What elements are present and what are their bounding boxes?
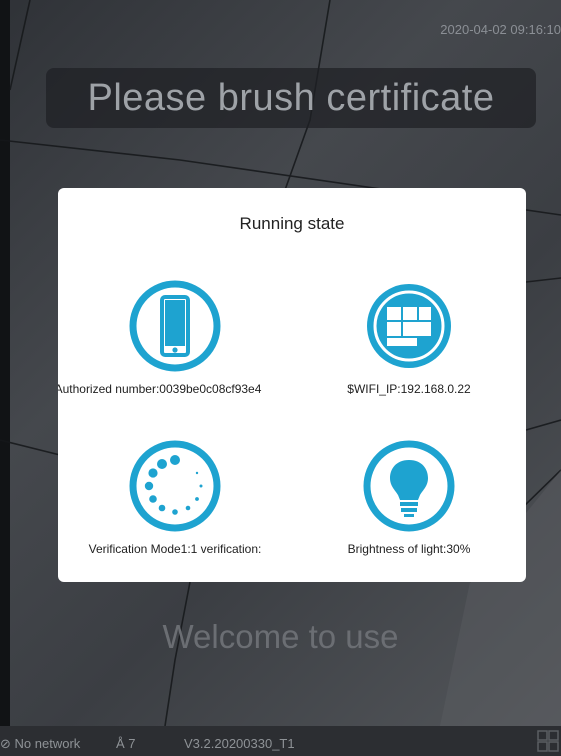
dialog-title: Running state [239,214,345,233]
network-status-text: No network [14,736,81,751]
status-banner: Please brush certificate [46,68,536,128]
user-count: Å 7 [116,736,136,751]
device-icon [129,280,221,372]
authorized-number-label: Authorized number:0039be0c08cf93e4 [58,382,262,396]
version-text: V3.2.20200330_T1 [184,736,295,751]
brightness-label: Brightness of light:30% [347,542,471,556]
user-count-value: 7 [128,736,136,751]
welcome-text: Welcome to use [162,618,399,655]
running-state-dialog: Running state Authorized number:0039be0c… [58,188,526,582]
verification-mode-label: Verification Mode1:1 verification: [88,542,262,556]
network-status: ⊘ No network [0,736,80,752]
timestamp: 2020-04-02 09:16:10 [440,22,561,37]
wifi-ip-label: $WIFI_IP:192.168.0.22 [347,382,471,396]
wifi-ip-item: $WIFI_IP:192.168.0.22 [292,280,526,396]
brightness-item: Brightness of light:30% [292,440,526,556]
lightbulb-icon [363,440,455,532]
loading-spinner-icon [129,440,221,532]
network-blocks-icon [367,284,451,368]
banner-text: Please brush certificate [87,76,495,119]
authorized-number-item: Authorized number:0039be0c08cf93e4 [58,280,292,396]
device-screen: 2020-04-02 09:16:10 Please brush certifi… [0,0,561,756]
verification-mode-item: Verification Mode1:1 verification: [58,440,292,556]
bottom-status-bar: ⊘ No network Å 7 V3.2.20200330_T1 [0,726,561,756]
network-icon: ⊘ [0,736,11,751]
user-icon: Å [116,736,125,751]
grid-menu-icon[interactable] [537,730,559,752]
